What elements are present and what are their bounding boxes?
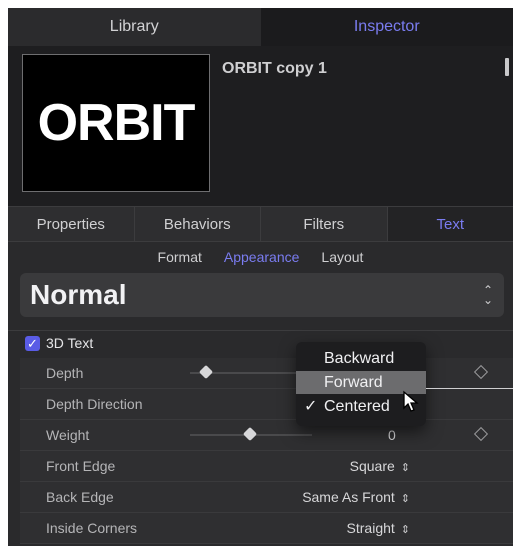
tab-behaviors[interactable]: Behaviors — [135, 207, 261, 241]
thumbnail-text: ORBIT — [37, 94, 196, 152]
back-edge-value: Same As Front — [302, 489, 395, 505]
row-inside-corners: Inside Corners Straight ⇕ — [20, 513, 513, 544]
checkmark-icon: ✓ — [304, 398, 318, 415]
row-back-edge: Back Edge Same As Front ⇕ — [20, 482, 513, 513]
keyframe-diamond-icon[interactable] — [473, 426, 489, 442]
top-tabs: Library Inspector — [8, 8, 513, 46]
label-front-edge: Front Edge — [46, 458, 116, 474]
label-weight: Weight — [46, 427, 90, 443]
inspector-tabs: Properties Behaviors Filters Text — [8, 206, 513, 242]
keyframe-diamond-icon[interactable] — [473, 364, 489, 380]
label-back-edge: Back Edge — [46, 489, 114, 505]
label-depth: Depth — [46, 365, 84, 381]
depth-slider-thumb[interactable] — [198, 364, 214, 380]
label-inside-corners: Inside Corners — [46, 520, 138, 536]
back-edge-popup[interactable]: Same As Front ⇕ — [302, 482, 410, 512]
updown-icon: ⌃ ⌄ — [482, 283, 494, 307]
menu-item-label: Backward — [324, 350, 395, 367]
object-header: ORBIT ORBIT copy 1 — [8, 46, 513, 206]
section-label: 3D Text — [46, 335, 94, 351]
preset-label: Normal — [30, 279, 127, 310]
weight-slider-thumb[interactable] — [242, 426, 258, 442]
row-front-edge: Front Edge Square ⇕ — [20, 451, 513, 482]
row-depth: Depth — [20, 358, 513, 389]
cursor-icon — [403, 390, 419, 412]
inspector-window: Library Inspector ORBIT ORBIT copy 1 Pro… — [8, 8, 513, 546]
updown-icon: ⇕ — [400, 493, 410, 505]
tab-text[interactable]: Text — [387, 207, 513, 241]
menu-item-label: Forward — [324, 374, 383, 391]
tab-library[interactable]: Library — [8, 8, 261, 46]
row-weight: Weight 0 — [20, 420, 513, 451]
inside-corners-value: Straight — [346, 520, 395, 536]
subtab-format[interactable]: Format — [158, 249, 202, 265]
menu-item-backward[interactable]: Backward — [296, 347, 426, 370]
updown-icon: ⇕ — [400, 462, 410, 474]
text-subtabs: Format Appearance Layout — [8, 244, 513, 270]
subtab-appearance[interactable]: Appearance — [224, 249, 300, 265]
checkbox-icon[interactable]: ✓ — [25, 336, 40, 351]
tab-filters[interactable]: Filters — [261, 207, 388, 241]
tab-inspector[interactable]: Inspector — [260, 8, 513, 46]
subtab-layout[interactable]: Layout — [321, 249, 363, 265]
front-edge-value: Square — [349, 458, 395, 474]
updown-icon: ⇕ — [400, 524, 410, 536]
menu-item-label: Centered — [324, 398, 390, 415]
section-3d-text: ✓ 3D Text — [8, 330, 513, 357]
preset-dropdown[interactable]: Normal ⌃ ⌄ — [20, 273, 504, 317]
parameter-rows: Depth Depth Direction Weight 0 Front Edg… — [20, 358, 513, 544]
menu-callout-line — [426, 388, 513, 389]
front-edge-popup[interactable]: Square ⇕ — [350, 451, 410, 481]
row-depth-direction: Depth Direction — [20, 389, 513, 420]
label-depth-direction: Depth Direction — [46, 396, 143, 412]
inside-corners-popup[interactable]: Straight ⇕ — [347, 513, 410, 543]
pin-icon[interactable] — [505, 58, 509, 76]
object-name: ORBIT copy 1 — [222, 60, 327, 77]
thumbnail: ORBIT — [22, 54, 210, 192]
tab-properties[interactable]: Properties — [8, 207, 135, 241]
